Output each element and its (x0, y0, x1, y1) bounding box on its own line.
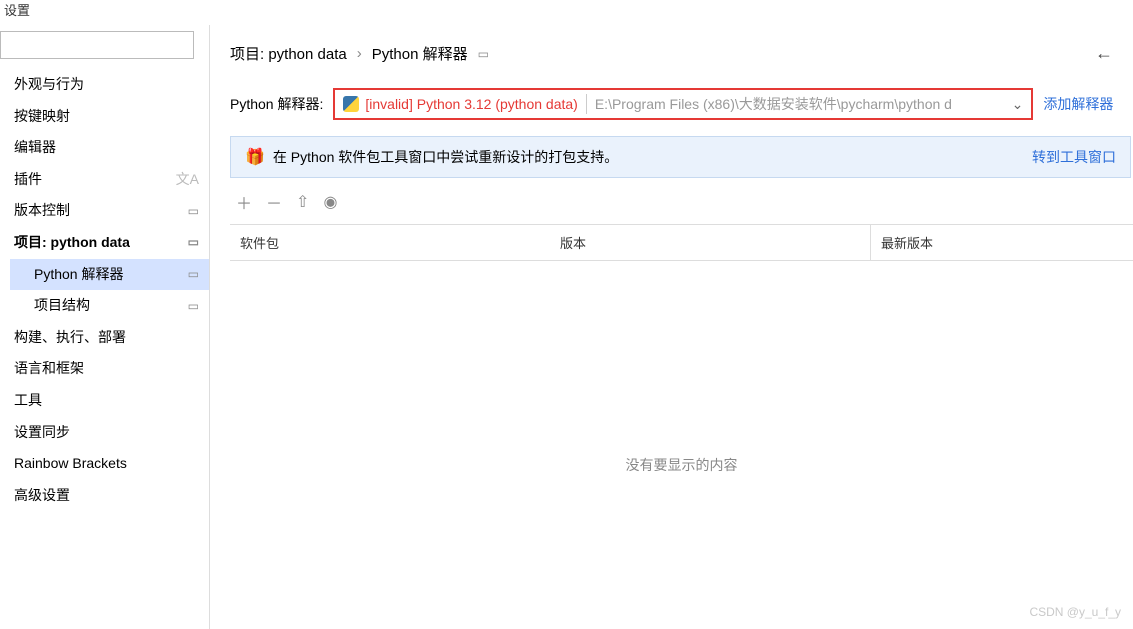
search-input[interactable] (0, 31, 194, 59)
sidebar-item-label: Rainbow Brackets (14, 454, 127, 474)
sidebar-item-6[interactable]: Python 解释器 ▭ (10, 259, 209, 291)
chevron-down-icon[interactable]: ⌄ (1012, 96, 1024, 113)
back-arrow-icon[interactable]: ← (1095, 43, 1113, 64)
breadcrumb-sep: › (357, 45, 362, 62)
sidebar-item-label: 高级设置 (14, 486, 70, 506)
banner-text: 在 Python 软件包工具窗口中尝试重新设计的打包支持。 (273, 147, 618, 167)
main-panel: 项目: python data › Python 解释器 ▭ ← Python … (210, 25, 1133, 629)
sidebar-item-label: 外观与行为 (14, 75, 84, 95)
reset-icon[interactable]: ▭ (478, 47, 489, 61)
language-icon: 文A (176, 170, 199, 190)
watermark: CSDN @y_u_f_y (1029, 605, 1121, 619)
sidebar-item-13[interactable]: 高级设置 (10, 480, 209, 512)
sidebar-item-9[interactable]: 语言和框架 (10, 353, 209, 385)
sidebar-item-8[interactable]: 构建、执行、部署 (10, 322, 209, 354)
interpreter-selected: [invalid] Python 3.12 (python data) (365, 96, 577, 112)
sidebar-item-1[interactable]: 按键映射 (10, 101, 209, 133)
package-toolbar: ＋ － ⇧ ◉ (230, 178, 1133, 224)
sidebar-item-label: 设置同步 (14, 423, 70, 443)
config-icon: ▭ (188, 266, 199, 283)
config-icon: ▭ (188, 203, 199, 220)
banner-link[interactable]: 转到工具窗口 (1032, 147, 1116, 167)
sidebar-item-label: 工具 (14, 391, 42, 411)
add-interpreter-link[interactable]: 添加解释器 (1043, 94, 1113, 114)
sidebar-item-label: 插件 (14, 170, 42, 190)
config-icon: ▭ (188, 298, 199, 315)
interpreter-label: Python 解释器: (230, 94, 323, 114)
col-latest[interactable]: 最新版本 (870, 225, 1133, 260)
sidebar-item-label: Python 解释器 (34, 265, 123, 285)
sidebar-item-4[interactable]: 版本控制 ▭ (10, 195, 209, 227)
python-icon (343, 96, 359, 112)
sidebar-item-12[interactable]: Rainbow Brackets (10, 448, 209, 480)
window-title: 设置 (0, 0, 1133, 25)
sidebar-item-10[interactable]: 工具 (10, 385, 209, 417)
gift-icon: 🎁 (245, 147, 265, 167)
sidebar-item-label: 语言和框架 (14, 359, 84, 379)
package-table-header: 软件包 版本 最新版本 (230, 224, 1133, 261)
sidebar-item-label: 按键映射 (14, 107, 70, 127)
sidebar-item-5[interactable]: 项目: python data ▭ (10, 227, 209, 259)
breadcrumb-project[interactable]: 项目: python data (230, 43, 347, 64)
add-package-icon[interactable]: ＋ (236, 190, 252, 214)
settings-sidebar: 外观与行为按键映射编辑器插件文A版本控制▭项目: python data▭Pyt… (0, 25, 210, 629)
interpreter-path: E:\Program Files (x86)\大数据安装软件\pycharm\p… (595, 94, 952, 114)
interpreter-row: Python 解释器: [invalid] Python 3.12 (pytho… (230, 78, 1133, 136)
sidebar-item-label: 编辑器 (14, 138, 56, 158)
sidebar-item-label: 项目结构 (34, 296, 90, 316)
settings-nav: 外观与行为按键映射编辑器插件文A版本控制▭项目: python data▭Pyt… (0, 69, 209, 511)
toggle-early-icon[interactable]: ◉ (323, 192, 337, 212)
config-icon: ▭ (188, 234, 199, 251)
sidebar-item-0[interactable]: 外观与行为 (10, 69, 209, 101)
info-banner: 🎁 在 Python 软件包工具窗口中尝试重新设计的打包支持。 转到工具窗口 (230, 136, 1131, 178)
col-version[interactable]: 版本 (550, 225, 870, 260)
breadcrumb-page: Python 解释器 (372, 43, 468, 64)
table-empty-text: 没有要显示的内容 (230, 261, 1133, 629)
sidebar-item-3[interactable]: 插件 文A (10, 164, 209, 196)
sidebar-item-label: 构建、执行、部署 (14, 328, 126, 348)
interpreter-select[interactable]: [invalid] Python 3.12 (python data) E:\P… (333, 88, 1033, 120)
col-package[interactable]: 软件包 (230, 225, 550, 260)
sidebar-item-label: 版本控制 (14, 201, 70, 221)
upgrade-package-icon[interactable]: ⇧ (296, 192, 309, 212)
remove-package-icon[interactable]: － (266, 190, 282, 214)
breadcrumb: 项目: python data › Python 解释器 ▭ ← (230, 25, 1133, 78)
sidebar-item-7[interactable]: 项目结构 ▭ (10, 290, 209, 322)
sidebar-item-label: 项目: python data (14, 233, 130, 253)
sidebar-item-11[interactable]: 设置同步 (10, 417, 209, 449)
sidebar-item-2[interactable]: 编辑器 (10, 132, 209, 164)
